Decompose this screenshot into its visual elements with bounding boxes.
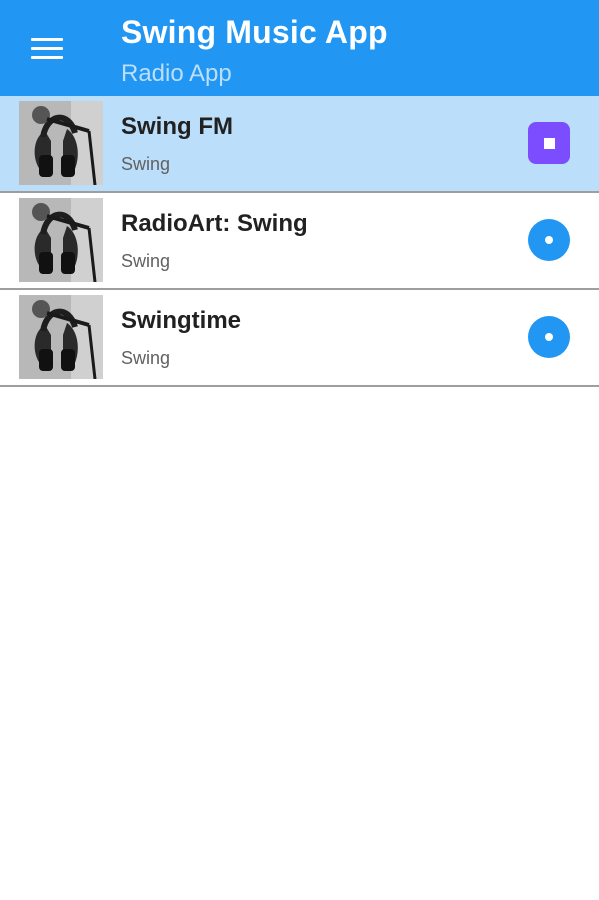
app-bar: Swing Music App Radio App [0, 0, 599, 96]
headphones-microphone-thumbnail-icon [19, 295, 103, 379]
menu-bar-line [31, 55, 63, 59]
headphones-microphone-thumbnail-icon [19, 101, 103, 185]
station-genre: Swing [121, 348, 171, 368]
station-row-swingtime[interactable]: Swingtime Swing [0, 290, 599, 387]
menu-bar-line [31, 37, 63, 41]
station-genre: Swing [121, 154, 171, 174]
station-name: Swingtime [121, 307, 242, 334]
station-list: Swing FM Swing RadioArt: Swing Swing Swi… [0, 96, 599, 387]
app-title: Swing Music App [121, 14, 388, 50]
menu-bar-line [31, 46, 63, 50]
hamburger-menu-icon[interactable] [20, 26, 74, 70]
app-subtitle: Radio App [121, 60, 232, 87]
play-button[interactable] [528, 316, 570, 358]
station-name: Swing FM [121, 113, 233, 140]
play-icon [545, 333, 553, 341]
station-name: RadioArt: Swing [121, 210, 308, 237]
stop-icon [543, 137, 555, 149]
play-button[interactable] [528, 219, 570, 261]
play-icon [545, 236, 553, 244]
station-genre: Swing [121, 251, 171, 271]
headphones-microphone-thumbnail-icon [19, 198, 103, 282]
station-row-swing-fm[interactable]: Swing FM Swing [0, 96, 599, 193]
stop-button[interactable] [528, 122, 570, 164]
station-row-radioart-swing[interactable]: RadioArt: Swing Swing [0, 193, 599, 290]
